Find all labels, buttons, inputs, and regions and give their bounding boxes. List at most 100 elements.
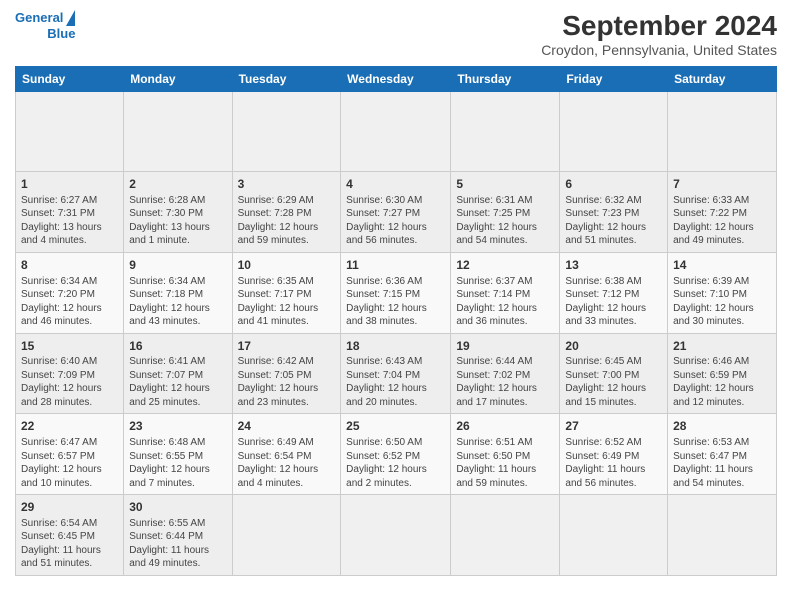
- col-header-friday: Friday: [560, 67, 668, 92]
- calendar-cell: [560, 92, 668, 172]
- day-number: 8: [21, 257, 118, 274]
- calendar-week-4: 22Sunrise: 6:47 AMSunset: 6:57 PMDayligh…: [16, 414, 777, 495]
- calendar-cell: 8Sunrise: 6:34 AMSunset: 7:20 PMDaylight…: [16, 252, 124, 333]
- calendar-cell: 30Sunrise: 6:55 AMSunset: 6:44 PMDayligh…: [124, 495, 232, 576]
- day-detail: Sunrise: 6:48 AMSunset: 6:55 PMDaylight:…: [129, 436, 226, 490]
- day-detail: Sunrise: 6:35 AMSunset: 7:17 PMDaylight:…: [238, 275, 336, 329]
- calendar-cell: 21Sunrise: 6:46 AMSunset: 6:59 PMDayligh…: [668, 333, 777, 414]
- calendar-cell: 22Sunrise: 6:47 AMSunset: 6:57 PMDayligh…: [16, 414, 124, 495]
- calendar-cell: 1Sunrise: 6:27 AMSunset: 7:31 PMDaylight…: [16, 172, 124, 253]
- day-detail: Sunrise: 6:49 AMSunset: 6:54 PMDaylight:…: [238, 436, 336, 490]
- day-number: 26: [456, 418, 554, 435]
- calendar-cell: [668, 495, 777, 576]
- day-number: 17: [238, 338, 336, 355]
- day-number: 5: [456, 176, 554, 193]
- calendar-cell: 4Sunrise: 6:30 AMSunset: 7:27 PMDaylight…: [341, 172, 451, 253]
- day-number: 7: [673, 176, 771, 193]
- day-detail: Sunrise: 6:30 AMSunset: 7:27 PMDaylight:…: [346, 194, 445, 248]
- calendar-week-3: 15Sunrise: 6:40 AMSunset: 7:09 PMDayligh…: [16, 333, 777, 414]
- calendar-cell: 17Sunrise: 6:42 AMSunset: 7:05 PMDayligh…: [232, 333, 341, 414]
- calendar-cell: [451, 495, 560, 576]
- day-number: 23: [129, 418, 226, 435]
- day-detail: Sunrise: 6:34 AMSunset: 7:18 PMDaylight:…: [129, 275, 226, 329]
- day-detail: Sunrise: 6:50 AMSunset: 6:52 PMDaylight:…: [346, 436, 445, 490]
- day-detail: Sunrise: 6:31 AMSunset: 7:25 PMDaylight:…: [456, 194, 554, 248]
- day-detail: Sunrise: 6:52 AMSunset: 6:49 PMDaylight:…: [565, 436, 662, 490]
- calendar-cell: 29Sunrise: 6:54 AMSunset: 6:45 PMDayligh…: [16, 495, 124, 576]
- day-number: 2: [129, 176, 226, 193]
- day-detail: Sunrise: 6:51 AMSunset: 6:50 PMDaylight:…: [456, 436, 554, 490]
- day-detail: Sunrise: 6:43 AMSunset: 7:04 PMDaylight:…: [346, 355, 445, 409]
- col-header-saturday: Saturday: [668, 67, 777, 92]
- main-title: September 2024: [541, 10, 777, 42]
- calendar-cell: 16Sunrise: 6:41 AMSunset: 7:07 PMDayligh…: [124, 333, 232, 414]
- calendar-cell: 14Sunrise: 6:39 AMSunset: 7:10 PMDayligh…: [668, 252, 777, 333]
- calendar-cell: 9Sunrise: 6:34 AMSunset: 7:18 PMDaylight…: [124, 252, 232, 333]
- col-header-thursday: Thursday: [451, 67, 560, 92]
- day-number: 13: [565, 257, 662, 274]
- day-number: 22: [21, 418, 118, 435]
- logo-text: General: [15, 10, 63, 26]
- day-detail: Sunrise: 6:34 AMSunset: 7:20 PMDaylight:…: [21, 275, 118, 329]
- day-detail: Sunrise: 6:45 AMSunset: 7:00 PMDaylight:…: [565, 355, 662, 409]
- day-detail: Sunrise: 6:39 AMSunset: 7:10 PMDaylight:…: [673, 275, 771, 329]
- day-detail: Sunrise: 6:38 AMSunset: 7:12 PMDaylight:…: [565, 275, 662, 329]
- day-detail: Sunrise: 6:37 AMSunset: 7:14 PMDaylight:…: [456, 275, 554, 329]
- calendar-cell: [124, 92, 232, 172]
- day-number: 11: [346, 257, 445, 274]
- calendar-cell: 26Sunrise: 6:51 AMSunset: 6:50 PMDayligh…: [451, 414, 560, 495]
- subtitle: Croydon, Pennsylvania, United States: [541, 42, 777, 58]
- col-header-tuesday: Tuesday: [232, 67, 341, 92]
- day-detail: Sunrise: 6:42 AMSunset: 7:05 PMDaylight:…: [238, 355, 336, 409]
- calendar-week-0: [16, 92, 777, 172]
- day-detail: Sunrise: 6:36 AMSunset: 7:15 PMDaylight:…: [346, 275, 445, 329]
- day-number: 9: [129, 257, 226, 274]
- day-number: 10: [238, 257, 336, 274]
- title-block: September 2024 Croydon, Pennsylvania, Un…: [541, 10, 777, 58]
- calendar-cell: 10Sunrise: 6:35 AMSunset: 7:17 PMDayligh…: [232, 252, 341, 333]
- calendar-cell: [341, 92, 451, 172]
- calendar-cell: 27Sunrise: 6:52 AMSunset: 6:49 PMDayligh…: [560, 414, 668, 495]
- day-number: 12: [456, 257, 554, 274]
- header: General Blue September 2024 Croydon, Pen…: [15, 10, 777, 58]
- calendar-week-2: 8Sunrise: 6:34 AMSunset: 7:20 PMDaylight…: [16, 252, 777, 333]
- calendar-cell: 5Sunrise: 6:31 AMSunset: 7:25 PMDaylight…: [451, 172, 560, 253]
- day-number: 19: [456, 338, 554, 355]
- day-number: 30: [129, 499, 226, 516]
- day-detail: Sunrise: 6:41 AMSunset: 7:07 PMDaylight:…: [129, 355, 226, 409]
- calendar-cell: 18Sunrise: 6:43 AMSunset: 7:04 PMDayligh…: [341, 333, 451, 414]
- day-number: 21: [673, 338, 771, 355]
- calendar: SundayMondayTuesdayWednesdayThursdayFrid…: [15, 66, 777, 576]
- calendar-cell: 3Sunrise: 6:29 AMSunset: 7:28 PMDaylight…: [232, 172, 341, 253]
- calendar-cell: 20Sunrise: 6:45 AMSunset: 7:00 PMDayligh…: [560, 333, 668, 414]
- calendar-cell: [668, 92, 777, 172]
- day-detail: Sunrise: 6:46 AMSunset: 6:59 PMDaylight:…: [673, 355, 771, 409]
- calendar-cell: [451, 92, 560, 172]
- calendar-cell: 7Sunrise: 6:33 AMSunset: 7:22 PMDaylight…: [668, 172, 777, 253]
- day-number: 1: [21, 176, 118, 193]
- day-number: 29: [21, 499, 118, 516]
- day-detail: Sunrise: 6:47 AMSunset: 6:57 PMDaylight:…: [21, 436, 118, 490]
- calendar-cell: 25Sunrise: 6:50 AMSunset: 6:52 PMDayligh…: [341, 414, 451, 495]
- calendar-cell: [341, 495, 451, 576]
- calendar-cell: 23Sunrise: 6:48 AMSunset: 6:55 PMDayligh…: [124, 414, 232, 495]
- calendar-cell: 6Sunrise: 6:32 AMSunset: 7:23 PMDaylight…: [560, 172, 668, 253]
- calendar-cell: [16, 92, 124, 172]
- day-detail: Sunrise: 6:55 AMSunset: 6:44 PMDaylight:…: [129, 517, 226, 571]
- col-header-wednesday: Wednesday: [341, 67, 451, 92]
- calendar-cell: 28Sunrise: 6:53 AMSunset: 6:47 PMDayligh…: [668, 414, 777, 495]
- day-number: 18: [346, 338, 445, 355]
- calendar-cell: [232, 92, 341, 172]
- calendar-cell: 11Sunrise: 6:36 AMSunset: 7:15 PMDayligh…: [341, 252, 451, 333]
- calendar-cell: 15Sunrise: 6:40 AMSunset: 7:09 PMDayligh…: [16, 333, 124, 414]
- calendar-header-row: SundayMondayTuesdayWednesdayThursdayFrid…: [16, 67, 777, 92]
- day-detail: Sunrise: 6:27 AMSunset: 7:31 PMDaylight:…: [21, 194, 118, 248]
- calendar-cell: 12Sunrise: 6:37 AMSunset: 7:14 PMDayligh…: [451, 252, 560, 333]
- day-detail: Sunrise: 6:44 AMSunset: 7:02 PMDaylight:…: [456, 355, 554, 409]
- day-detail: Sunrise: 6:32 AMSunset: 7:23 PMDaylight:…: [565, 194, 662, 248]
- day-number: 3: [238, 176, 336, 193]
- day-detail: Sunrise: 6:40 AMSunset: 7:09 PMDaylight:…: [21, 355, 118, 409]
- calendar-cell: [560, 495, 668, 576]
- calendar-week-5: 29Sunrise: 6:54 AMSunset: 6:45 PMDayligh…: [16, 495, 777, 576]
- calendar-cell: 13Sunrise: 6:38 AMSunset: 7:12 PMDayligh…: [560, 252, 668, 333]
